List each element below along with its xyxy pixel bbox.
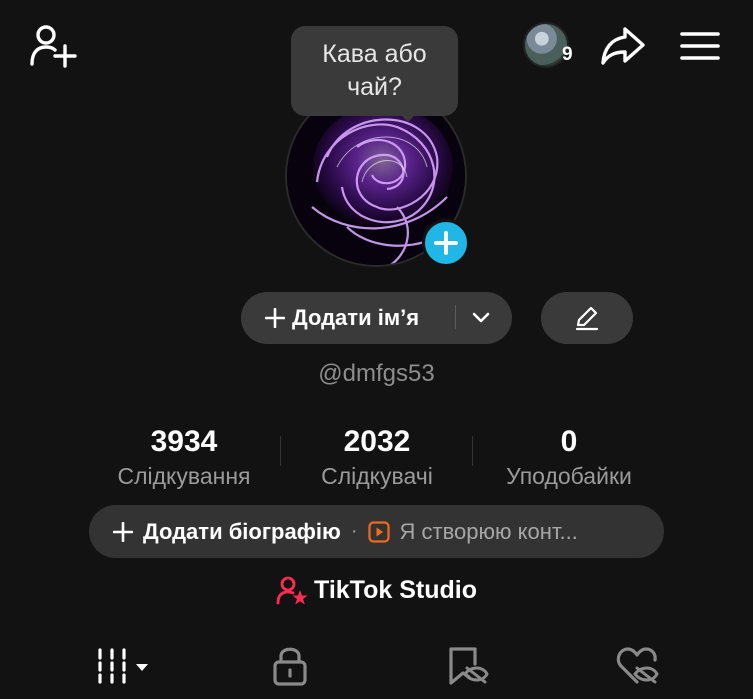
stat-followers-count: 2032	[343, 425, 411, 458]
chevron-down-icon[interactable]	[470, 308, 492, 328]
stat-followers-label: Слідкувачі	[321, 463, 433, 489]
divider	[455, 305, 456, 329]
add-photo-button[interactable]	[422, 219, 470, 267]
edit-profile-button[interactable]	[541, 292, 633, 344]
add-bio-button[interactable]: Додати біографію · Я створюю конт...	[89, 505, 664, 558]
studio-person-star-icon	[276, 576, 308, 605]
tooltip-bubble: Кава або чай?	[291, 26, 458, 116]
tooltip-tail	[400, 114, 416, 122]
add-bio-label: Додати біографію	[143, 518, 341, 544]
stat-following-label: Слідкування	[117, 463, 251, 489]
share-arrow-icon[interactable]	[599, 24, 647, 68]
pencil-icon	[575, 306, 599, 331]
tiktok-studio-link[interactable]: TikTok Studio	[0, 575, 753, 605]
stat-following-count: 3934	[150, 425, 218, 458]
stat-likes-label: Уподобайки	[506, 463, 632, 489]
creator-category-text: Я створюю конт...	[399, 518, 578, 544]
hamburger-menu-icon[interactable]	[680, 30, 720, 62]
notification-count: 9	[562, 44, 573, 65]
stat-followers[interactable]: 2032 Слідкувачі	[277, 424, 477, 492]
lock-icon[interactable]	[271, 644, 309, 688]
stat-following[interactable]: 3934 Слідкування	[84, 424, 284, 492]
plus-icon	[113, 521, 133, 542]
add-name-button[interactable]: Додати ім’я	[241, 292, 512, 344]
username: @dmfgs53	[318, 360, 435, 387]
bookmark-hidden-icon[interactable]	[445, 644, 489, 688]
add-friend-icon[interactable]	[28, 22, 80, 70]
tiktok-studio-label: TikTok Studio	[314, 575, 477, 604]
add-name-label: Додати ім’я	[292, 305, 420, 330]
videos-grid-icon[interactable]	[96, 644, 154, 688]
heart-hidden-icon[interactable]	[615, 644, 659, 688]
separator-dot: ·	[350, 520, 358, 542]
stat-likes[interactable]: 0 Уподобайки	[469, 424, 669, 492]
plus-icon	[434, 231, 458, 255]
plus-icon	[265, 308, 285, 328]
stat-likes-count: 0	[560, 425, 578, 458]
creator-play-icon	[367, 520, 390, 543]
